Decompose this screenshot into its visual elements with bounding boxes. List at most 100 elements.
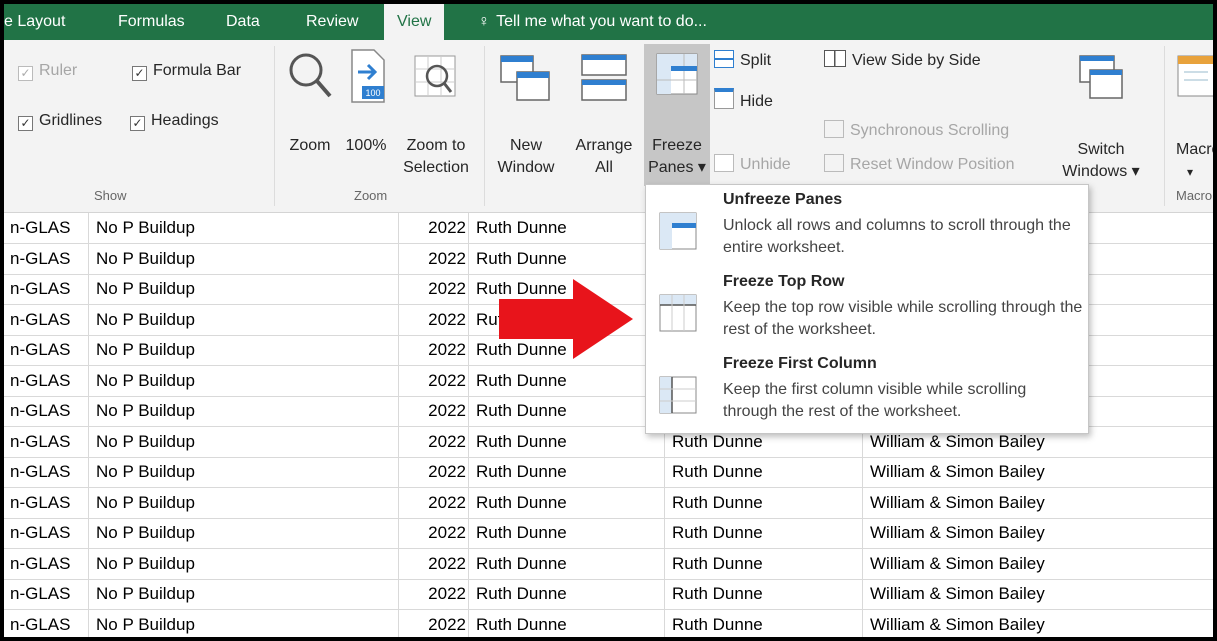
table-cell[interactable]: No P Buildup — [90, 243, 399, 274]
table-cell[interactable]: William & Simon Bailey — [864, 457, 1213, 487]
table-cell[interactable]: n-GLAS — [4, 243, 89, 274]
macros-button[interactable]: Macro ▾ — [1168, 44, 1213, 186]
table-cell[interactable]: William & Simon Bailey — [864, 518, 1213, 548]
arrange-label-2: All — [595, 159, 613, 176]
table-cell[interactable]: No P Buildup — [90, 274, 399, 304]
table-cell[interactable]: 2022 — [400, 579, 469, 609]
table-cell[interactable]: No P Buildup — [90, 457, 399, 487]
table-cell[interactable]: Ruth Dunne — [666, 579, 863, 609]
table-cell[interactable]: Ruth Dunne — [470, 579, 665, 609]
table-cell[interactable]: No P Buildup — [90, 304, 399, 335]
table-cell[interactable]: Ruth Dunne — [470, 365, 665, 396]
table-cell[interactable]: William & Simon Bailey — [864, 549, 1213, 579]
table-cell[interactable]: n-GLAS — [4, 487, 89, 518]
zoom-to-selection-button[interactable]: Zoom to Selection — [396, 44, 476, 184]
table-cell[interactable]: Ruth Dunne — [666, 548, 863, 579]
table-cell[interactable]: 2022 — [400, 518, 469, 548]
table-cell[interactable]: 2022 — [400, 335, 469, 365]
freeze-panes-button[interactable]: Freeze Panes ▾ — [644, 44, 710, 186]
table-cell[interactable]: 2022 — [400, 213, 469, 243]
reset-window-position-button[interactable]: Reset Window Position — [824, 154, 1015, 174]
table-cell[interactable]: n-GLAS — [4, 548, 89, 579]
table-cell[interactable]: n-GLAS — [4, 335, 89, 365]
table-cell[interactable]: Ruth Dunne — [666, 518, 863, 548]
zoom-button[interactable]: Zoom — [282, 44, 338, 184]
table-cell[interactable]: William & Simon Bailey — [864, 579, 1213, 609]
table-cell[interactable]: No P Buildup — [90, 548, 399, 579]
reset-window-label: Reset Window Position — [850, 156, 1015, 173]
table-cell[interactable]: n-GLAS — [4, 609, 89, 637]
table-cell[interactable]: No P Buildup — [90, 335, 399, 365]
table-cell[interactable]: Ruth Dunne — [470, 609, 665, 637]
table-cell[interactable]: Ruth Dunne — [470, 243, 665, 274]
tab-formulas[interactable]: Formulas — [118, 4, 185, 40]
table-cell[interactable]: 2022 — [400, 457, 469, 487]
formula-bar-checkbox[interactable]: ✓ Formula Bar — [132, 62, 241, 81]
tell-me-search[interactable]: ♀ Tell me what you want to do... — [478, 4, 707, 40]
synchronous-scrolling-button[interactable]: Synchronous Scrolling — [824, 120, 1009, 140]
new-window-label-1: New — [509, 137, 542, 154]
menu-item-unfreeze-panes[interactable]: Unfreeze Panes Unlock all rows and colum… — [646, 191, 1088, 271]
group-label-show: Show — [94, 188, 127, 203]
table-cell[interactable]: No P Buildup — [90, 426, 399, 457]
view-side-by-side-button[interactable]: View Side by Side — [824, 50, 981, 70]
table-cell[interactable]: 2022 — [400, 243, 469, 274]
table-cell[interactable]: n-GLAS — [4, 213, 89, 243]
table-cell[interactable]: Ruth Dunne — [666, 609, 863, 637]
table-cell[interactable]: Ruth Dunne — [666, 487, 863, 518]
table-cell[interactable]: No P Buildup — [90, 213, 399, 243]
table-cell[interactable]: n-GLAS — [4, 518, 89, 548]
table-cell[interactable]: 2022 — [400, 365, 469, 396]
table-cell[interactable]: n-GLAS — [4, 457, 89, 487]
table-cell[interactable]: Ruth Dunne — [470, 487, 665, 518]
tab-page-layout[interactable]: e Layout — [4, 4, 65, 40]
table-cell[interactable]: 2022 — [400, 609, 469, 637]
switch-windows-button[interactable]: Switch Windows ▾ — [1060, 44, 1142, 186]
table-cell[interactable]: William & Simon Bailey — [864, 610, 1213, 638]
ruler-checkbox[interactable]: ✓ Ruler — [18, 62, 77, 81]
table-cell[interactable]: No P Buildup — [90, 396, 399, 426]
table-cell[interactable]: 2022 — [400, 396, 469, 426]
unhide-button[interactable]: Unhide — [714, 154, 791, 174]
table-cell[interactable]: n-GLAS — [4, 304, 89, 335]
table-cell[interactable]: Ruth Dunne — [470, 518, 665, 548]
gridlines-checkbox[interactable]: ✓ Gridlines — [18, 112, 102, 131]
headings-checkbox[interactable]: ✓ Headings — [130, 112, 219, 131]
table-cell[interactable]: Ruth Dunne — [470, 426, 665, 457]
table-cell[interactable]: Ruth Dunne — [470, 548, 665, 579]
table-cell[interactable]: Ruth Dunne — [470, 396, 665, 426]
freeze-top-row-icon — [659, 294, 697, 332]
table-cell[interactable]: 2022 — [400, 274, 469, 304]
table-cell[interactable]: Ruth Dunne — [470, 457, 665, 487]
menu-item-freeze-top-row[interactable]: Freeze Top Row Keep the top row visible … — [646, 273, 1088, 353]
tab-review[interactable]: Review — [306, 4, 358, 40]
table-cell[interactable]: William & Simon Bailey — [864, 488, 1213, 518]
menu-item-freeze-first-column[interactable]: Freeze First Column Keep the first colum… — [646, 355, 1088, 435]
table-cell[interactable]: No P Buildup — [90, 518, 399, 548]
table-cell[interactable]: Ruth Dunne — [470, 213, 665, 243]
arrange-all-button[interactable]: Arrange All — [564, 44, 644, 184]
tab-data[interactable]: Data — [226, 4, 260, 40]
table-cell[interactable]: n-GLAS — [4, 274, 89, 304]
freeze-first-column-icon — [659, 376, 697, 414]
excel-window: e Layout Formulas Data Review View ♀ Tel… — [0, 0, 1217, 641]
table-cell[interactable]: 2022 — [400, 487, 469, 518]
table-cell[interactable]: No P Buildup — [90, 487, 399, 518]
table-cell[interactable]: Ruth Dunne — [666, 457, 863, 487]
table-cell[interactable]: No P Buildup — [90, 579, 399, 609]
table-cell[interactable]: 2022 — [400, 304, 469, 335]
table-cell[interactable]: n-GLAS — [4, 365, 89, 396]
table-cell[interactable]: n-GLAS — [4, 579, 89, 609]
table-cell[interactable]: n-GLAS — [4, 426, 89, 457]
table-cell[interactable]: 2022 — [400, 426, 469, 457]
table-cell[interactable]: No P Buildup — [90, 365, 399, 396]
split-button[interactable]: Split — [714, 50, 771, 70]
zoom-100-button[interactable]: 100 100% — [340, 44, 392, 184]
table-cell[interactable]: No P Buildup — [90, 609, 399, 637]
hide-button[interactable]: Hide — [714, 88, 773, 111]
new-window-button[interactable]: New Window — [492, 44, 560, 184]
checkbox-icon: ✓ — [18, 116, 33, 131]
tab-view[interactable]: View — [384, 4, 445, 42]
table-cell[interactable]: 2022 — [400, 548, 469, 579]
table-cell[interactable]: n-GLAS — [4, 396, 89, 426]
